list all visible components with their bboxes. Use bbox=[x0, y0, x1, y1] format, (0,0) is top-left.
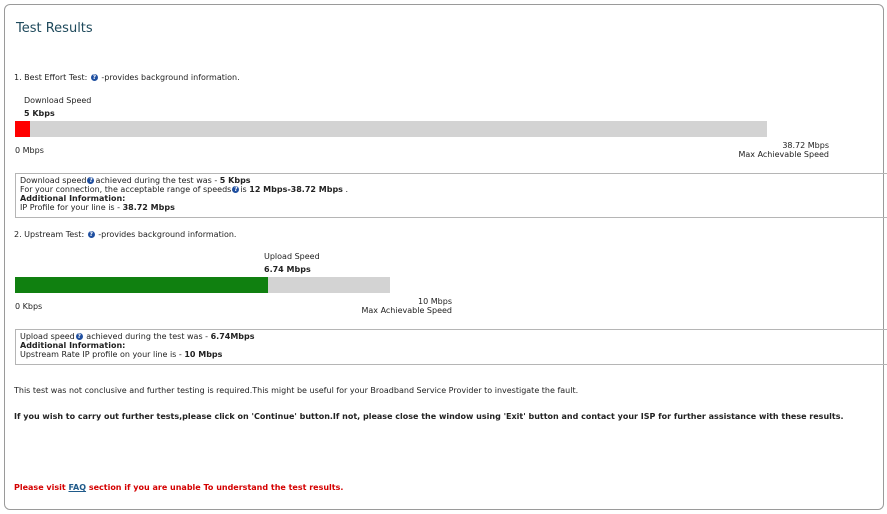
upload-min-label: 0 Kbps bbox=[15, 302, 43, 311]
help-icon[interactable]: ? bbox=[87, 231, 95, 238]
upload-max-info: 10 Mbps Max Achievable Speed bbox=[330, 297, 452, 315]
download-info-line3-value: 38.72 Mbps bbox=[122, 203, 175, 212]
further-tests-instructions: If you wish to carry out further tests,p… bbox=[14, 412, 844, 421]
upload-info-line1-a: Upload speed bbox=[20, 332, 75, 341]
download-info-line1: Download speed? achieved during the test … bbox=[20, 176, 883, 185]
download-info-box: Download speed? achieved during the test … bbox=[15, 173, 887, 218]
upload-speed-bar-fill bbox=[15, 277, 268, 293]
download-info-line1-a: Download speed bbox=[20, 176, 87, 185]
download-min-label: 0 Mbps bbox=[15, 146, 44, 155]
download-info-line2: For your connection, the acceptable rang… bbox=[20, 185, 883, 194]
download-info-line3-a: IP Profile for your line is - bbox=[20, 203, 123, 212]
best-effort-heading: 1. Best Effort Test: ? -provides backgro… bbox=[14, 73, 240, 82]
download-max-info: 38.72 Mbps Max Achievable Speed bbox=[738, 141, 829, 159]
help-icon[interactable]: ? bbox=[232, 186, 240, 193]
download-additional-heading: Additional Information: bbox=[20, 194, 126, 203]
faq-suffix: section if you are unable To understand … bbox=[86, 483, 344, 492]
upload-info-line1: Upload speed? achieved during the test w… bbox=[20, 332, 883, 341]
upload-info-line2-a: Upstream Rate IP profile on your line is… bbox=[20, 350, 185, 359]
upload-info-line1-value: 6.74Mbps bbox=[210, 332, 255, 341]
upstream-heading: 2. Upstream Test: ? -provides background… bbox=[14, 230, 236, 239]
download-info-line2-b: is bbox=[240, 185, 250, 194]
inconclusive-note: This test was not conclusive and further… bbox=[14, 386, 579, 395]
download-speed-bar bbox=[15, 121, 767, 137]
download-info-line2-a: For your connection, the acceptable rang… bbox=[20, 185, 232, 194]
download-info-line2-c: . bbox=[342, 185, 349, 194]
upstream-heading-text: 2. Upstream Test: bbox=[14, 230, 85, 239]
page-title: Test Results bbox=[16, 21, 93, 36]
upload-speed-value: 6.74 Mbps bbox=[264, 265, 311, 274]
upload-speed-bar bbox=[15, 277, 390, 293]
download-speed-label: Download Speed bbox=[24, 96, 92, 105]
download-speed-value: 5 Kbps bbox=[24, 109, 55, 118]
help-icon[interactable]: ? bbox=[87, 177, 95, 184]
upload-info-line2: Upstream Rate IP profile on your line is… bbox=[20, 350, 883, 359]
download-info-line1-b: achieved during the test was - bbox=[95, 176, 220, 185]
download-max-value: 38.72 Mbps bbox=[782, 141, 829, 150]
download-info-line1-value: 5 Kbps bbox=[219, 176, 251, 185]
best-effort-heading-suffix: -provides background information. bbox=[101, 73, 240, 82]
upload-additional-heading: Additional Information: bbox=[20, 341, 126, 350]
upstream-heading-suffix: -provides background information. bbox=[98, 230, 237, 239]
faq-link[interactable]: FAQ bbox=[68, 483, 86, 492]
upload-speed-label: Upload Speed bbox=[264, 252, 320, 261]
download-speed-bar-fill bbox=[15, 121, 31, 137]
upload-max-value: 10 Mbps bbox=[418, 297, 452, 306]
download-info-line3: IP Profile for your line is - 38.72 Mbps bbox=[20, 203, 883, 212]
upload-info-line2-value: 10 Mbps bbox=[184, 350, 223, 359]
upload-max-label: Max Achievable Speed bbox=[361, 306, 452, 315]
help-icon[interactable]: ? bbox=[90, 74, 98, 81]
upload-info-line1-b: achieved during the test was - bbox=[83, 332, 211, 341]
best-effort-heading-text: 1. Best Effort Test: bbox=[14, 73, 88, 82]
faq-notice: Please visit FAQ section if you are unab… bbox=[14, 483, 343, 492]
help-icon[interactable]: ? bbox=[75, 333, 83, 340]
download-info-line2-value: 12 Mbps-38.72 Mbps bbox=[249, 185, 343, 194]
upload-info-box: Upload speed? achieved during the test w… bbox=[15, 329, 887, 365]
download-max-label: Max Achievable Speed bbox=[738, 150, 829, 159]
faq-prefix: Please visit bbox=[14, 483, 69, 492]
